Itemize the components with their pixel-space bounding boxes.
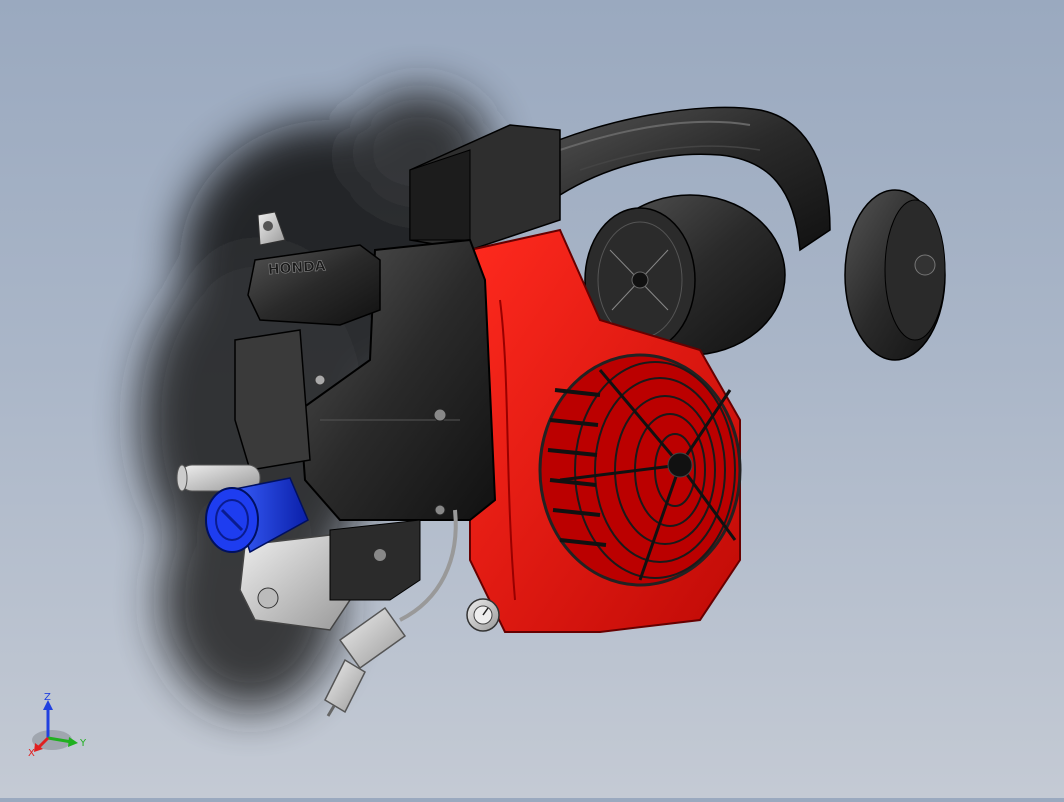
triad-graphic: Z Y X — [28, 692, 87, 759]
air-cleaner-cap — [844, 189, 946, 361]
cooling-fan — [538, 353, 742, 587]
orientation-triad[interactable]: Z Y X — [22, 692, 102, 762]
x-label: X — [28, 748, 35, 759]
y-label: Y — [79, 738, 87, 749]
gauge-fitting — [466, 598, 500, 632]
z-label: Z — [44, 692, 51, 703]
3d-viewport[interactable]: HONDA — [0, 0, 1064, 798]
engine-model[interactable]: HONDA — [0, 0, 1064, 798]
y-arrow-icon — [68, 737, 78, 747]
